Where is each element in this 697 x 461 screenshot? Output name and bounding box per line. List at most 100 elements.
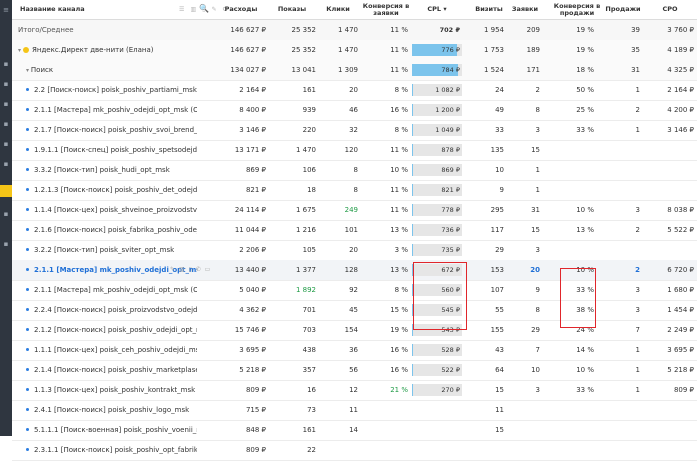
cell-impr: 1 675 <box>295 206 316 214</box>
channel-name[interactable]: 2.2 [Поиск-поиск] poisk_poshiv_partiami_… <box>12 80 197 100</box>
header-visits[interactable]: Визиты <box>472 0 506 19</box>
cell-costs: 24 114 ₽ <box>234 206 266 214</box>
cell-impr: 161 <box>302 86 316 94</box>
nav-icon-6[interactable]: ▪ <box>2 160 10 168</box>
table-row[interactable]: 2.4.1 [Поиск-поиск] poisk_poshiv_logo_ms… <box>12 400 697 421</box>
total-row[interactable]: Итого/Среднее 146 627 ₽ 25 352 1 470 11 % 1 9… <box>12 20 697 41</box>
cpl-bar: 776 ₽ <box>412 44 462 56</box>
channel-name[interactable]: 2.4.1 [Поиск-поиск] poisk_poshiv_logo_ms… <box>12 400 197 420</box>
channel-name[interactable]: 2.1.7 [Поиск-поиск] poisk_poshiv_svoi_br… <box>12 120 197 140</box>
cell-visits: 153 <box>490 266 504 274</box>
cpl-bar: 869 ₽ <box>412 164 462 176</box>
cell-clicks: 11 <box>349 406 358 414</box>
cell-sales: 1 <box>635 346 640 354</box>
expand-icon[interactable]: ▾ <box>18 47 21 54</box>
table-row[interactable]: 1.2.1.3 [Поиск-поиск] poisk_poshiv_det_o… <box>12 180 697 201</box>
search-icon[interactable]: 🔍 <box>199 4 209 13</box>
channel-name[interactable]: 5.1.1.1 [Поиск-военная] poisk_poshiv_voe… <box>12 420 197 440</box>
cell-apps: 209 <box>526 26 540 34</box>
bullet-icon <box>26 448 29 451</box>
channel-name[interactable]: 2.1.1 [Мастера] mk_poshiv_odejdi_opt_msk… <box>12 280 197 300</box>
header-conv-sales[interactable]: Конверсия в продажи <box>552 0 602 19</box>
cell-visits: 15 <box>495 426 504 434</box>
nav-icon-3[interactable]: ▪ <box>2 100 10 108</box>
table-row[interactable]: 1.1.4 [Поиск-цех] poisk_shveinoe_proizvo… <box>12 200 697 221</box>
table-row[interactable]: 3.2.2 [Поиск-тип] poisk_sviter_opt_msk 2 … <box>12 240 697 261</box>
header-apps[interactable]: Заявки <box>508 0 542 19</box>
channel-name[interactable]: 3.2.2 [Поиск-тип] poisk_sviter_opt_msk <box>12 240 197 260</box>
channel-name[interactable]: 1.1.1 [Поиск-цех] poisk_ceh_poshiv_odejd… <box>12 340 197 360</box>
table-row[interactable]: ▾ Поиск 134 027 ₽ 13 041 1 309 11 % 1 524 171 1… <box>12 60 697 81</box>
channel-name-text: 2.2.4 [Поиск-поиск] poisk_proizvodstvo_o… <box>34 306 197 314</box>
table-row[interactable]: 2.1.1 [Мастера] mk_poshiv_odejdi_opt_msk… <box>12 100 697 121</box>
table-row[interactable]: 5.1.1.1 [Поиск-военная] poisk_poshiv_voe… <box>12 420 697 441</box>
yandex-logo-icon <box>23 46 30 53</box>
header-clicks[interactable]: Клики <box>318 0 358 19</box>
nav-icon-5[interactable]: ▪ <box>2 140 10 148</box>
cell-cpl: 528 ₽ <box>412 340 462 360</box>
channel-name[interactable]: 2.3.1.1 [Поиск-поиск] poisk_poshiv_opt_f… <box>12 440 197 460</box>
cpl-value: 1 082 ₽ <box>435 86 460 94</box>
cell-conv_sales: 19 % <box>576 26 594 34</box>
cell-clicks: 14 <box>349 426 358 434</box>
channel-name[interactable]: 2.1.2 [Поиск-поиск] poisk_poshiv_odejdi_… <box>12 320 197 340</box>
channel-name[interactable]: 2.1.4 [Поиск-поиск] poisk_poshiv_marketp… <box>12 360 197 380</box>
cell-clicks: 128 <box>344 266 358 274</box>
cell-conv_sales: 18 % <box>576 66 594 74</box>
header-impressions[interactable]: Показы <box>268 0 316 19</box>
table-row[interactable]: 2.1.6 [Поиск-поиск] poisk_fabrika_poshiv… <box>12 220 697 241</box>
channel-name[interactable]: 2.2.4 [Поиск-поиск] poisk_proizvodstvo_o… <box>12 300 197 320</box>
nav-icon-1[interactable]: ▪ <box>2 60 10 68</box>
table-row[interactable]: 2.2 [Поиск-поиск] poisk_poshiv_partiami_… <box>12 80 697 101</box>
channel-name[interactable]: 2.1.6 [Поиск-поиск] poisk_fabrika_poshiv… <box>12 220 197 240</box>
cell-costs: 134 027 ₽ <box>230 66 266 74</box>
cell-impr: 22 <box>307 446 316 454</box>
cell-impr: 939 <box>302 106 316 114</box>
channel-name[interactable]: 2.1.1 [Мастера] mk_poshiv_odejdi_opt_msk… <box>12 100 197 120</box>
channel-name[interactable]: 1.9.1.1 [Поиск-спец] poisk_poshiv_spetso… <box>12 140 197 160</box>
table-row[interactable]: 1.1.3 [Поиск-цех] poisk_poshiv_kontrakt_… <box>12 380 697 401</box>
table-row[interactable]: 3.3.2 [Поиск-тип] poisk_hudi_opt_msk 869 … <box>12 160 697 181</box>
table-row[interactable]: 1.9.1.1 [Поиск-спец] poisk_poshiv_spetso… <box>12 140 697 161</box>
header-sales[interactable]: Продажи <box>605 0 640 19</box>
cpl-bar-fill <box>412 104 413 116</box>
cell-impr: 18 <box>307 186 316 194</box>
channel-name[interactable]: 1.1.3 [Поиск-цех] poisk_poshiv_kontrakt_… <box>12 380 197 400</box>
table-row[interactable]: 1.1.1 [Поиск-цех] poisk_ceh_poshiv_odejd… <box>12 340 697 361</box>
cpl-bar-fill <box>412 184 413 196</box>
row-action-icons[interactable]: ✎ ▥ ▯ ✆ ▭ <box>170 260 211 280</box>
table-row[interactable]: 2.1.7 [Поиск-поиск] poisk_poshiv_svoi_br… <box>12 120 697 141</box>
channel-name[interactable]: Итого/Среднее <box>12 20 203 40</box>
header-channel[interactable]: Название канала <box>20 0 85 19</box>
channel-name[interactable]: ▾ Поиск <box>12 60 197 80</box>
cell-clicks: 8 <box>353 186 358 194</box>
table-row[interactable]: 2.3.1.1 [Поиск-поиск] poisk_poshiv_opt_f… <box>12 440 697 461</box>
nav-icon-4[interactable]: ▪ <box>2 120 10 128</box>
channel-name[interactable]: ▾ Яндекс.Директ две-нити (Елана) <box>12 40 197 60</box>
channel-name[interactable]: 1.2.1.3 [Поиск-поиск] poisk_poshiv_det_o… <box>12 180 197 200</box>
header-cpl[interactable]: CPL ▾ <box>412 0 462 19</box>
channel-name-text: Итого/Среднее <box>18 26 74 34</box>
nav-icon-2[interactable]: ▪ <box>2 80 10 88</box>
nav-icon-7[interactable]: ▪ <box>2 210 10 218</box>
cell-visits: 64 <box>495 366 504 374</box>
cpl-bar-fill <box>412 164 413 176</box>
table-row[interactable]: 2.1.4 [Поиск-поиск] poisk_poshiv_marketp… <box>12 360 697 381</box>
cell-impr: 357 <box>302 366 316 374</box>
header-cpo[interactable]: CPO <box>646 0 694 19</box>
cpl-value: 736 ₽ <box>441 226 460 234</box>
menu-icon[interactable]: ≡ <box>2 6 10 14</box>
nav-active-highlight[interactable] <box>0 185 12 197</box>
bullet-icon <box>26 268 29 271</box>
nav-icon-8[interactable]: ▪ <box>2 240 10 248</box>
cpl-value: 784 ₽ <box>441 66 460 74</box>
channel-name[interactable]: 1.1.4 [Поиск-цех] poisk_shveinoe_proizvo… <box>12 200 197 220</box>
cell-cpo: 3 760 ₽ <box>667 26 694 34</box>
header-costs[interactable]: Расходы <box>216 0 266 19</box>
bullet-icon <box>26 188 29 191</box>
cell-costs: 146 627 ₽ <box>230 26 266 34</box>
table-row[interactable]: ▾ Яндекс.Директ две-нити (Елана) 146 627 ₽… <box>12 40 697 61</box>
channel-name-text: Яндекс.Директ две-нити (Елана) <box>32 46 154 54</box>
header-conv-app[interactable]: Конверсия в заявки <box>362 0 410 19</box>
channel-name[interactable]: 3.3.2 [Поиск-тип] poisk_hudi_opt_msk <box>12 160 197 180</box>
